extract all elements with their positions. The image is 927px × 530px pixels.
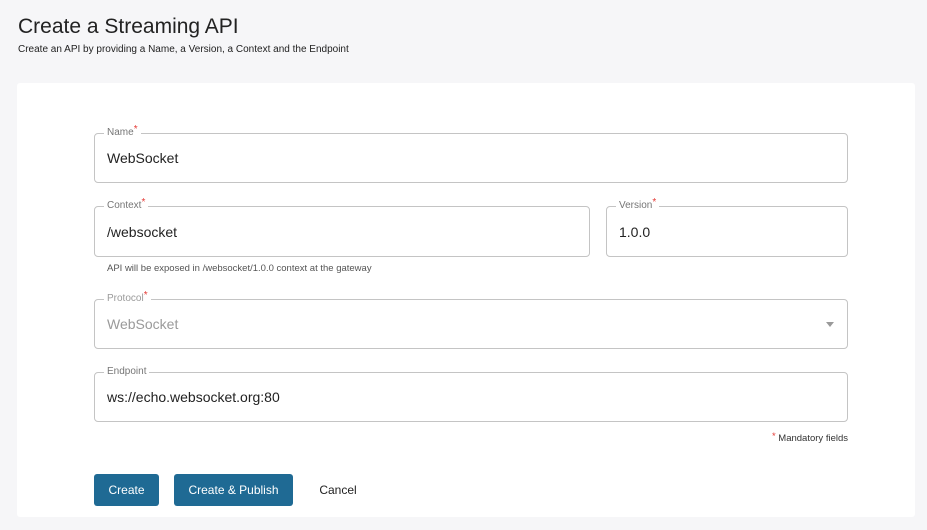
endpoint-label: Endpoint: [104, 366, 150, 378]
page-title: Create a Streaming API: [18, 15, 239, 38]
cancel-button[interactable]: Cancel: [307, 474, 369, 506]
name-label-text: Name: [107, 127, 134, 138]
context-label-text: Context: [107, 200, 142, 211]
protocol-select[interactable]: Protocol* WebSocket: [94, 290, 848, 349]
required-mark: *: [133, 124, 138, 135]
context-label: Context*: [104, 197, 149, 212]
context-helper-text: API will be exposed in /websocket/1.0.0 …: [107, 263, 372, 274]
required-mark: *: [143, 290, 148, 301]
page-subtitle: Create an API by providing a Name, a Ver…: [18, 44, 349, 55]
mandatory-note: * Mandatory fields: [771, 431, 848, 444]
chevron-down-icon[interactable]: [826, 322, 834, 327]
name-field[interactable]: Name* WebSocket: [94, 124, 848, 183]
protocol-value: WebSocket: [107, 316, 179, 332]
endpoint-field[interactable]: Endpoint ws://echo.websocket.org:80: [94, 366, 848, 422]
version-input[interactable]: 1.0.0: [619, 224, 650, 240]
name-label: Name*: [104, 124, 141, 139]
protocol-label-text: Protocol: [107, 293, 144, 304]
create-publish-button[interactable]: Create & Publish: [174, 474, 293, 506]
mandatory-note-text: Mandatory fields: [778, 433, 848, 444]
version-field[interactable]: Version* 1.0.0: [606, 197, 848, 257]
version-label-text: Version: [619, 200, 653, 211]
form-card: Name* WebSocket Context* /websocket Vers…: [17, 83, 915, 517]
required-mark: *: [141, 197, 146, 208]
required-mark: *: [771, 431, 776, 442]
page-header: Create a Streaming API Create an API by …: [18, 14, 349, 55]
required-mark: *: [652, 197, 657, 208]
context-input[interactable]: /websocket: [107, 224, 177, 240]
protocol-label: Protocol*: [104, 290, 151, 305]
endpoint-label-text: Endpoint: [107, 366, 147, 377]
name-input[interactable]: WebSocket: [107, 150, 178, 166]
create-button[interactable]: Create: [94, 474, 159, 506]
endpoint-input[interactable]: ws://echo.websocket.org:80: [107, 389, 280, 405]
version-label: Version*: [616, 197, 660, 212]
context-field[interactable]: Context* /websocket: [94, 197, 590, 257]
